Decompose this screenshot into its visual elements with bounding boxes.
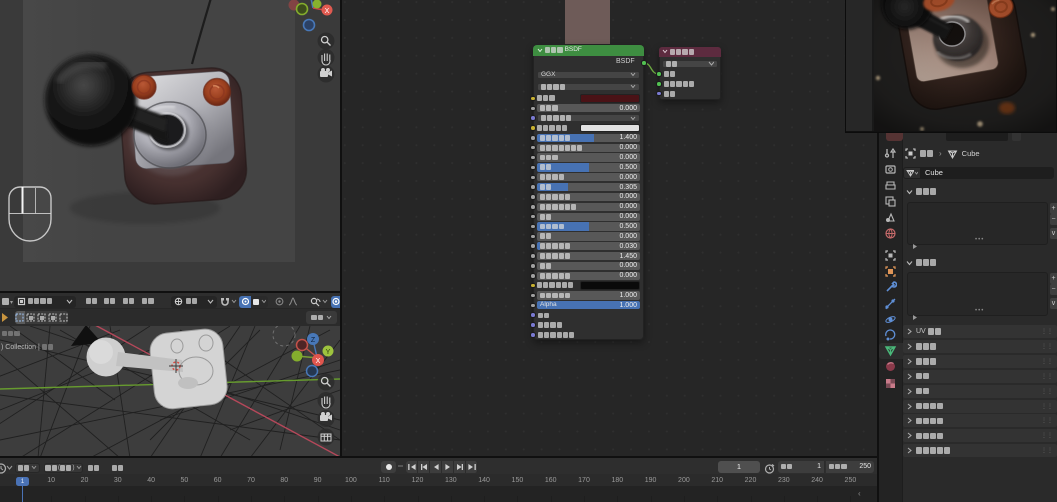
svg-text:Y: Y — [326, 349, 331, 356]
svg-text:X: X — [316, 358, 321, 365]
svg-text:Z: Z — [311, 337, 316, 344]
svg-text:X: X — [325, 8, 330, 15]
